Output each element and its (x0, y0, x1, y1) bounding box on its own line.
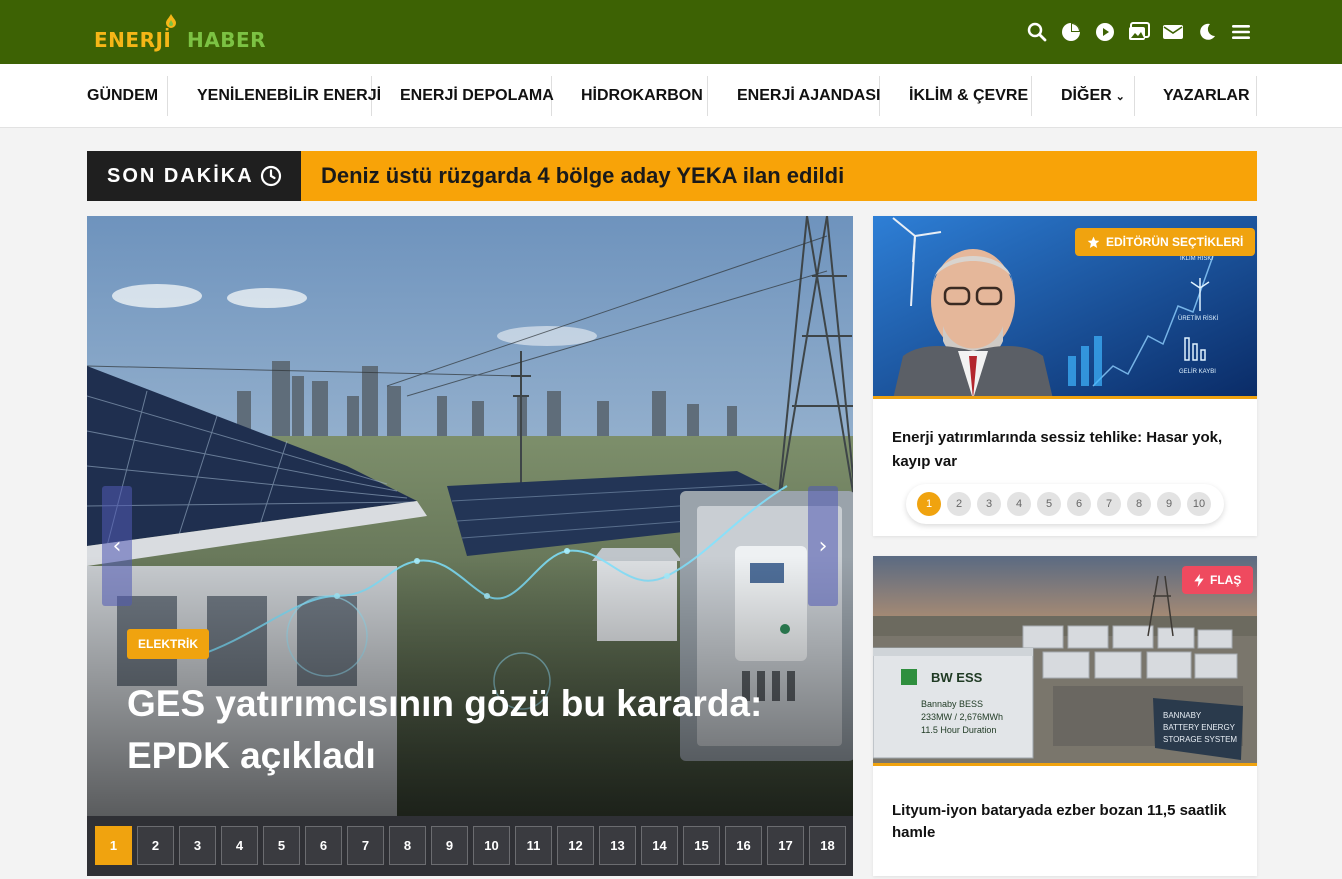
bess-capacity-text: 233MW / 2,676MWh (921, 712, 1003, 722)
chevron-right-icon: › (818, 533, 828, 559)
nav-item-yenilenebilir-enerji[interactable]: YENİLENEBİLİR ENERJİ (168, 76, 381, 116)
bess-duration-text: 11.5 Hour Duration (921, 725, 996, 735)
menu-icon[interactable] (1230, 21, 1252, 43)
editor-badge-text: EDİTÖRÜN SEÇTİKLERİ (1106, 235, 1244, 249)
editor-page-dot[interactable]: 5 (1037, 492, 1061, 516)
slider-prev-button[interactable]: ‹ (102, 486, 132, 606)
clock-icon (260, 165, 281, 187)
slider-next-button[interactable]: › (808, 486, 838, 606)
star-icon (1087, 236, 1100, 248)
bolt-icon (1194, 573, 1204, 587)
image-label-revenue: GELİR KAYBI (1179, 368, 1216, 375)
play-icon[interactable] (1094, 21, 1116, 43)
editor-page-dot[interactable]: 2 (947, 492, 971, 516)
pie-chart-icon[interactable] (1060, 21, 1082, 43)
nav-label: DİĞER (1061, 87, 1112, 104)
slider-page-button[interactable]: 3 (179, 826, 216, 865)
logo-text-primary: ENERJİ (94, 28, 172, 52)
slider-pagination: 1 2 3 4 5 6 7 8 9 10 11 12 13 14 15 16 17 18 (87, 816, 853, 876)
flash-news-image: BW ESS Bannaby BESS 233MW / 2,676MWh 11.… (873, 556, 1257, 766)
flash-news-card[interactable]: BW ESS Bannaby BESS 233MW / 2,676MWh 11.… (873, 556, 1257, 876)
top-header: ENERJİ HABER (0, 0, 1342, 64)
slider-page-button[interactable]: 7 (347, 826, 384, 865)
chevron-left-icon: ‹ (112, 533, 122, 559)
slider-page-button[interactable]: 8 (389, 826, 426, 865)
slider-page-button[interactable]: 2 (137, 826, 174, 865)
slider-page-button[interactable]: 9 (431, 826, 468, 865)
editor-pick-pagination: 1 2 3 4 5 6 7 8 9 10 (906, 484, 1224, 524)
sign-line-2: BATTERY ENERGY (1163, 723, 1236, 732)
flash-news-title[interactable]: Lityum-iyon bataryada ezber bozan 11,5 s… (892, 800, 1242, 844)
breaking-news-bar: SON DAKİKA Deniz üstü rüzgarda 4 bölge a… (87, 151, 1257, 201)
slider-page-button[interactable]: 6 (305, 826, 342, 865)
editor-picks-badge[interactable]: EDİTÖRÜN SEÇTİKLERİ (1075, 228, 1256, 256)
nav-item-iklim-cevre[interactable]: İKLİM & ÇEVRE (880, 76, 1032, 116)
editor-page-dot[interactable]: 9 (1157, 492, 1181, 516)
sign-line-3: STORAGE SYSTEM (1163, 735, 1237, 744)
editor-pick-image: İKLİM RİSKİ ÜRETİM RİSKİ GELİR KAYBI EDİ… (873, 216, 1257, 399)
breaking-news-headline[interactable]: Deniz üstü rüzgarda 4 bölge aday YEKA il… (321, 151, 844, 201)
slider-page-button[interactable]: 1 (95, 826, 132, 865)
editor-page-dot[interactable]: 3 (977, 492, 1001, 516)
flash-badge-text: FLAŞ (1210, 573, 1242, 587)
slider-page-button[interactable]: 18 (809, 826, 846, 865)
flash-badge[interactable]: FLAŞ (1182, 566, 1254, 594)
editor-page-dot[interactable]: 10 (1187, 492, 1211, 516)
hero-title[interactable]: GES yatırımcısının gözü bu kararda: EPDK… (127, 678, 767, 782)
editor-page-dot[interactable]: 7 (1097, 492, 1121, 516)
nav-item-enerji-ajandasi[interactable]: ENERJİ AJANDASI (708, 76, 880, 116)
nav-item-enerji-depolama[interactable]: ENERJİ DEPOLAMA (372, 76, 554, 116)
slider-page-button[interactable]: 14 (641, 826, 678, 865)
breaking-label-text: SON DAKİKA (107, 164, 254, 187)
bess-site-text: Bannaby BESS (921, 699, 983, 709)
nav-label: HİDROKARBON (581, 87, 703, 104)
nav-label: ENERJİ DEPOLAMA (400, 87, 554, 104)
slider-page-button[interactable]: 12 (557, 826, 594, 865)
nav-item-diger[interactable]: DİĞER ⌄ (1032, 76, 1135, 116)
image-label-production: ÜRETİM RİSKİ (1178, 315, 1219, 322)
editor-page-dot[interactable]: 8 (1127, 492, 1151, 516)
search-icon[interactable] (1026, 21, 1048, 43)
slider-page-button[interactable]: 5 (263, 826, 300, 865)
editor-pick-title[interactable]: Enerji yatırımlarında sessiz tehlike: Ha… (892, 426, 1242, 474)
gallery-icon[interactable] (1128, 21, 1150, 43)
slider-page-button[interactable]: 11 (515, 826, 552, 865)
nav-item-hidrokarbon[interactable]: HİDROKARBON (552, 76, 708, 116)
editor-page-dot[interactable]: 1 (917, 492, 941, 516)
logo-text-secondary: HABER (187, 28, 267, 52)
chevron-down-icon: ⌄ (1115, 90, 1125, 103)
nav-label: İKLİM & ÇEVRE (909, 87, 1029, 104)
bess-logo-text: BW ESS (931, 670, 983, 685)
flame-icon (166, 14, 176, 28)
category-badge[interactable]: ELEKTRİK (127, 629, 209, 659)
nav-label: YENİLENEBİLİR ENERJİ (197, 87, 382, 104)
nav-item-yazarlar[interactable]: YAZARLAR (1135, 76, 1257, 116)
slider-page-button[interactable]: 16 (725, 826, 762, 865)
editor-page-dot[interactable]: 4 (1007, 492, 1031, 516)
image-label-climate: İKLİM RİSKİ (1180, 255, 1213, 262)
hero-slider[interactable]: ‹ › ELEKTRİK GES yatırımcısının gözü bu … (87, 216, 853, 876)
editor-pick-card[interactable]: İKLİM RİSKİ ÜRETİM RİSKİ GELİR KAYBI EDİ… (873, 216, 1257, 536)
main-navigation: GÜNDEM YENİLENEBİLİR ENERJİ ENERJİ DEPOL… (0, 64, 1342, 128)
slider-page-button[interactable]: 4 (221, 826, 258, 865)
editor-page-dot[interactable]: 6 (1067, 492, 1091, 516)
mail-icon[interactable] (1162, 21, 1184, 43)
nav-label: ENERJİ AJANDASI (737, 87, 881, 104)
breaking-news-label: SON DAKİKA (87, 151, 301, 201)
sign-line-1: BANNABY (1163, 711, 1202, 720)
nav-item-gundem[interactable]: GÜNDEM (87, 76, 168, 116)
slider-page-button[interactable]: 15 (683, 826, 720, 865)
slider-page-button[interactable]: 10 (473, 826, 510, 865)
slider-page-button[interactable]: 13 (599, 826, 636, 865)
nav-label: GÜNDEM (87, 87, 159, 104)
slider-page-button[interactable]: 17 (767, 826, 804, 865)
moon-icon[interactable] (1196, 21, 1218, 43)
nav-label: YAZARLAR (1163, 87, 1250, 104)
